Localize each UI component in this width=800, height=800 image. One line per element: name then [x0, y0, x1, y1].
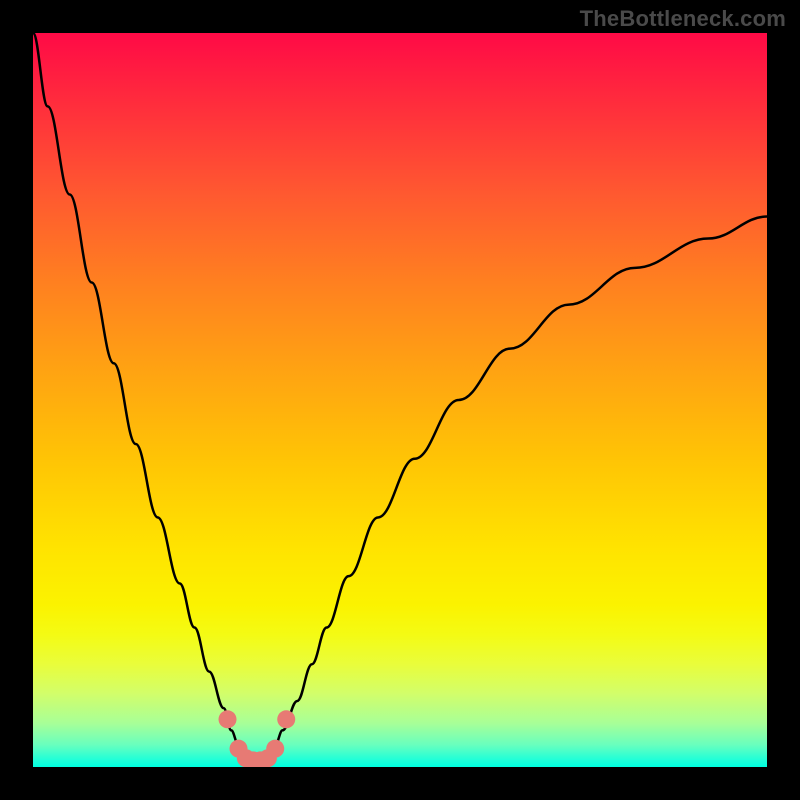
- watermark-label: TheBottleneck.com: [580, 6, 786, 32]
- bottleneck-curve: [33, 33, 767, 760]
- optimum-marker: [266, 740, 284, 758]
- chart-canvas: TheBottleneck.com: [0, 0, 800, 800]
- optimum-marker: [277, 710, 295, 728]
- plot-area: [33, 33, 767, 767]
- curve-layer: [33, 33, 767, 767]
- optimum-marker: [219, 710, 237, 728]
